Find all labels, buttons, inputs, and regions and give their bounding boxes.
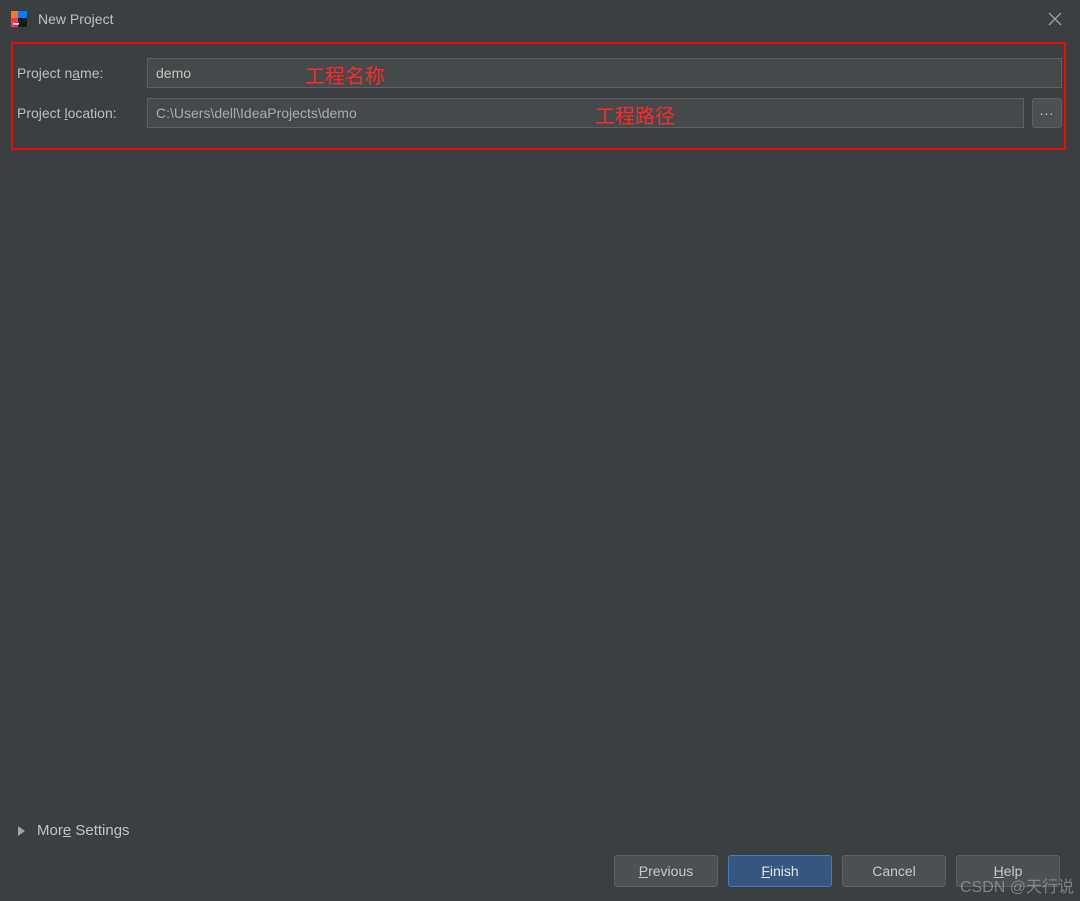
project-name-input[interactable] [147,58,1062,88]
project-form-highlight: Project name: 工程名称 Project location: ...… [11,42,1066,150]
project-name-label: Project name: [15,65,147,81]
chevron-right-icon [18,826,25,836]
more-settings-expander[interactable]: More Settings [18,822,130,839]
window-title: New Project [38,11,113,27]
previous-button[interactable]: Previous [614,855,718,887]
finish-button[interactable]: Finish [728,855,832,887]
cancel-button[interactable]: Cancel [842,855,946,887]
project-location-label: Project location: [15,105,147,121]
close-icon [1048,12,1062,26]
help-button[interactable]: Help [956,855,1060,887]
browse-location-button[interactable]: ... [1032,98,1062,128]
titlebar: New Project [0,0,1080,38]
intellij-icon [10,10,28,28]
more-settings-label: More Settings [37,822,130,839]
button-bar: Previous Finish Cancel Help [614,855,1060,887]
project-location-input[interactable] [147,98,1024,128]
project-name-row: Project name: 工程名称 [15,58,1062,88]
close-button[interactable] [1040,4,1070,34]
project-location-row: Project location: ... 工程路径 [15,98,1062,128]
